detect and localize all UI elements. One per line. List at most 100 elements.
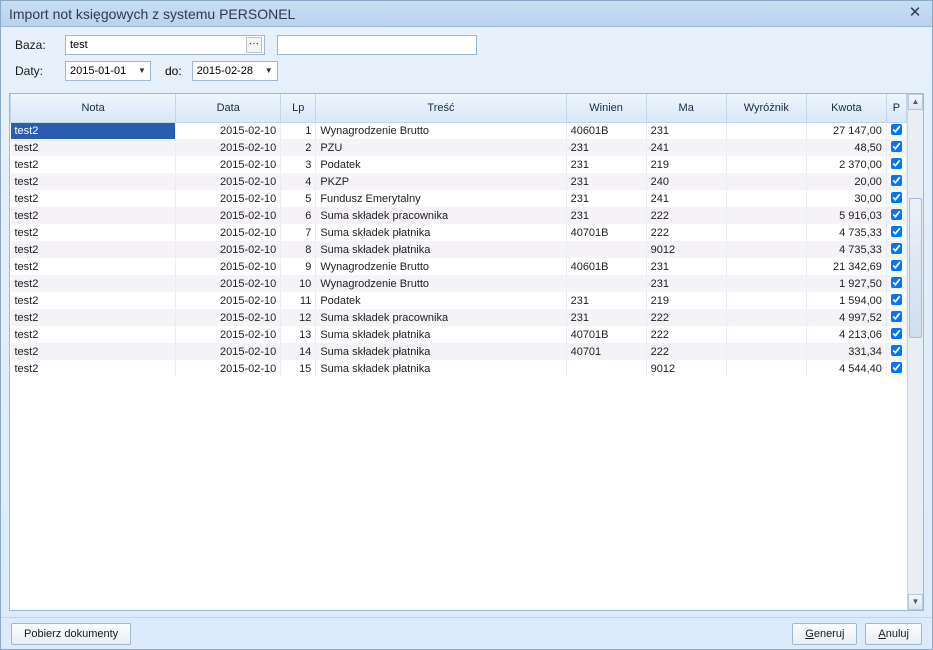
table-row[interactable]: test22015-02-107Suma składek płatnika407… — [11, 224, 907, 241]
cell-p[interactable] — [886, 292, 906, 309]
cell-ma[interactable]: 231 — [646, 258, 726, 275]
table-row[interactable]: test22015-02-108Suma składek płatnika901… — [11, 241, 907, 258]
cell-kwota[interactable]: 4 735,33 — [806, 224, 886, 241]
cell-kwota[interactable]: 4 997,52 — [806, 309, 886, 326]
cell-lp[interactable]: 13 — [281, 326, 316, 343]
table-row[interactable]: test22015-02-1013Suma składek płatnika40… — [11, 326, 907, 343]
cell-winien[interactable] — [566, 360, 646, 377]
cell-ma[interactable]: 222 — [646, 224, 726, 241]
cell-winien[interactable]: 231 — [566, 292, 646, 309]
cell-tresc[interactable]: Suma składek płatnika — [316, 360, 566, 377]
cell-lp[interactable]: 2 — [281, 139, 316, 156]
cell-wyr[interactable] — [726, 190, 806, 207]
table-row[interactable]: test22015-02-104PKZP23124020,00 — [11, 173, 907, 190]
cell-wyr[interactable] — [726, 309, 806, 326]
row-checkbox[interactable] — [891, 345, 902, 356]
cell-nota[interactable]: test2 — [11, 360, 176, 377]
cell-ma[interactable]: 222 — [646, 207, 726, 224]
row-checkbox[interactable] — [891, 294, 902, 305]
cell-tresc[interactable]: Suma składek pracownika — [316, 207, 566, 224]
cell-tresc[interactable]: Suma składek płatnika — [316, 224, 566, 241]
vertical-scrollbar[interactable]: ▲ ▼ — [907, 94, 923, 610]
col-ma[interactable]: Ma — [646, 94, 726, 122]
cell-kwota[interactable]: 4 213,06 — [806, 326, 886, 343]
cell-p[interactable] — [886, 224, 906, 241]
row-checkbox[interactable] — [891, 260, 902, 271]
cell-kwota[interactable]: 21 342,69 — [806, 258, 886, 275]
cell-lp[interactable]: 9 — [281, 258, 316, 275]
scroll-down-icon[interactable]: ▼ — [908, 594, 923, 610]
cell-ma[interactable]: 219 — [646, 292, 726, 309]
cell-lp[interactable]: 12 — [281, 309, 316, 326]
table-row[interactable]: test22015-02-1010Wynagrodzenie Brutto231… — [11, 275, 907, 292]
cell-ma[interactable]: 9012 — [646, 360, 726, 377]
cell-tresc[interactable]: Podatek — [316, 292, 566, 309]
cell-winien[interactable]: 40701 — [566, 343, 646, 360]
cell-data[interactable]: 2015-02-10 — [176, 122, 281, 139]
cell-winien[interactable] — [566, 275, 646, 292]
row-checkbox[interactable] — [891, 328, 902, 339]
cell-kwota[interactable]: 1 594,00 — [806, 292, 886, 309]
row-checkbox[interactable] — [891, 362, 902, 373]
cell-winien[interactable]: 40701B — [566, 224, 646, 241]
baza-browse-icon[interactable]: ··· — [246, 37, 262, 53]
data-grid[interactable]: Nota Data Lp Treść Winien Ma Wyróżnik Kw… — [10, 94, 907, 377]
cell-kwota[interactable]: 20,00 — [806, 173, 886, 190]
col-wyroznik[interactable]: Wyróżnik — [726, 94, 806, 122]
cell-lp[interactable]: 4 — [281, 173, 316, 190]
cell-kwota[interactable]: 4 735,33 — [806, 241, 886, 258]
row-checkbox[interactable] — [891, 192, 902, 203]
baza-combo[interactable]: test ··· — [65, 35, 265, 55]
row-checkbox[interactable] — [891, 311, 902, 322]
cell-wyr[interactable] — [726, 326, 806, 343]
cell-data[interactable]: 2015-02-10 — [176, 207, 281, 224]
chevron-down-icon[interactable]: ▼ — [262, 63, 276, 79]
cell-tresc[interactable]: Wynagrodzenie Brutto — [316, 258, 566, 275]
cell-lp[interactable]: 15 — [281, 360, 316, 377]
table-row[interactable]: test22015-02-1014Suma składek płatnika40… — [11, 343, 907, 360]
cell-winien[interactable]: 231 — [566, 309, 646, 326]
date-from-input[interactable]: 2015-01-01 ▼ — [65, 61, 151, 81]
cell-p[interactable] — [886, 326, 906, 343]
row-checkbox[interactable] — [891, 226, 902, 237]
table-row[interactable]: test22015-02-101Wynagrodzenie Brutto4060… — [11, 122, 907, 139]
cell-p[interactable] — [886, 343, 906, 360]
cell-wyr[interactable] — [726, 258, 806, 275]
date-to-input[interactable]: 2015-02-28 ▼ — [192, 61, 278, 81]
cell-tresc[interactable]: Suma składek płatnika — [316, 326, 566, 343]
cell-winien[interactable]: 231 — [566, 207, 646, 224]
scroll-track[interactable] — [908, 110, 923, 594]
col-data[interactable]: Data — [176, 94, 281, 122]
cell-p[interactable] — [886, 173, 906, 190]
generuj-button[interactable]: Generuj — [792, 623, 857, 645]
cell-ma[interactable]: 9012 — [646, 241, 726, 258]
search-input[interactable] — [277, 35, 477, 55]
cell-nota[interactable]: test2 — [11, 309, 176, 326]
cell-lp[interactable]: 1 — [281, 122, 316, 139]
col-p[interactable]: P — [886, 94, 906, 122]
cell-p[interactable] — [886, 190, 906, 207]
cell-wyr[interactable] — [726, 122, 806, 139]
col-winien[interactable]: Winien — [566, 94, 646, 122]
cell-winien[interactable]: 40601B — [566, 258, 646, 275]
cell-winien[interactable]: 40701B — [566, 326, 646, 343]
cell-p[interactable] — [886, 139, 906, 156]
cell-nota[interactable]: test2 — [11, 139, 176, 156]
cell-data[interactable]: 2015-02-10 — [176, 173, 281, 190]
cell-lp[interactable]: 7 — [281, 224, 316, 241]
col-tresc[interactable]: Treść — [316, 94, 566, 122]
cell-wyr[interactable] — [726, 241, 806, 258]
cell-tresc[interactable]: PZU — [316, 139, 566, 156]
row-checkbox[interactable] — [891, 209, 902, 220]
cell-ma[interactable]: 240 — [646, 173, 726, 190]
cell-lp[interactable]: 6 — [281, 207, 316, 224]
cell-data[interactable]: 2015-02-10 — [176, 156, 281, 173]
cell-lp[interactable]: 10 — [281, 275, 316, 292]
cell-lp[interactable]: 5 — [281, 190, 316, 207]
row-checkbox[interactable] — [891, 277, 902, 288]
row-checkbox[interactable] — [891, 243, 902, 254]
cell-kwota[interactable]: 4 544,40 — [806, 360, 886, 377]
cell-nota[interactable]: test2 — [11, 241, 176, 258]
cell-tresc[interactable]: Wynagrodzenie Brutto — [316, 275, 566, 292]
cell-data[interactable]: 2015-02-10 — [176, 190, 281, 207]
